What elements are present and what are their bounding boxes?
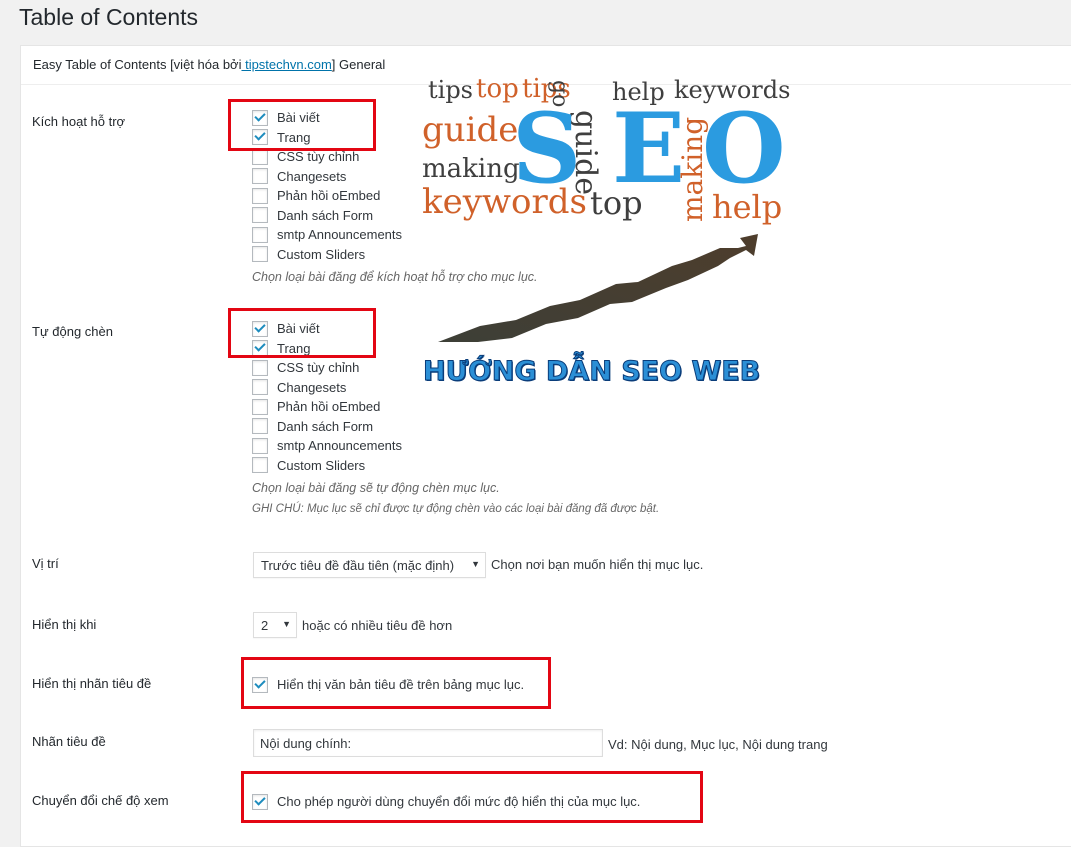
- auto-insert-description: Chọn loại bài đăng sẽ tự động chèn mục l…: [252, 481, 500, 495]
- option-label: Changesets: [277, 168, 347, 184]
- header-label-input[interactable]: Nội dung chính:: [253, 729, 603, 757]
- panel-heading-suffix: ] General: [331, 57, 386, 72]
- auto-insert-checkbox-4[interactable]: [252, 398, 268, 415]
- option-label: Changesets: [277, 379, 347, 395]
- enable-support-label: Kích hoạt hỗ trợ: [32, 114, 126, 129]
- show-when-help: hoặc có nhiều tiêu đề hơn: [302, 618, 453, 633]
- highlight-box: [241, 657, 551, 709]
- enable-support-checkbox-2[interactable]: [252, 148, 268, 165]
- option-label: Phản hồi oEmbed: [277, 399, 381, 415]
- enable-support-option[interactable]: Changesets: [252, 167, 402, 187]
- header-label-value: Nội dung chính:: [260, 735, 352, 751]
- heading-count-value: 2: [261, 617, 269, 633]
- auto-insert-note: GHI CHÚ: Mục lục sẽ chỉ được tự động chè…: [252, 503, 660, 515]
- highlight-box: [228, 99, 376, 151]
- auto-insert-option[interactable]: Changesets: [252, 378, 402, 398]
- highlight-box: [228, 308, 376, 358]
- option-label: Custom Sliders: [277, 246, 366, 262]
- option-label: Custom Sliders: [277, 457, 366, 473]
- option-label: CSS tùy chỉnh: [277, 360, 360, 376]
- enable-support-option[interactable]: Phản hồi oEmbed: [252, 186, 402, 206]
- position-help: Chọn nơi bạn muốn hiển thị mục lục.: [491, 557, 704, 572]
- auto-insert-checkbox-2[interactable]: [252, 359, 268, 376]
- position-selected-value: Trước tiêu đề đầu tiên (mặc định): [261, 557, 455, 573]
- enable-support-checkbox-6[interactable]: [252, 226, 268, 243]
- option-label: smtp Announcements: [277, 227, 403, 243]
- enable-support-checkbox-4[interactable]: [252, 187, 268, 204]
- dropdown-arrow-icon: ▼: [282, 619, 291, 629]
- auto-insert-option[interactable]: smtp Announcements: [252, 436, 402, 456]
- toggle-view-label: Chuyển đổi chế độ xem: [32, 793, 169, 808]
- highlight-box: [241, 771, 703, 823]
- show-when-label: Hiển thị khi: [32, 617, 97, 632]
- auto-insert-checkbox-6[interactable]: [252, 437, 268, 454]
- auto-insert-checkbox-5[interactable]: [252, 418, 268, 435]
- heading-count-select[interactable]: 2 ▼: [253, 612, 297, 638]
- enable-support-option[interactable]: Custom Sliders: [252, 245, 402, 265]
- header-label-label: Nhãn tiêu đề: [32, 734, 106, 749]
- page-title: Table of Contents: [19, 4, 199, 30]
- growth-arrow-icon: [438, 234, 758, 342]
- auto-insert-option[interactable]: CSS tùy chỉnh: [252, 358, 402, 378]
- position-select[interactable]: Trước tiêu đề đầu tiên (mặc định) ▼: [253, 552, 486, 578]
- enable-support-option[interactable]: smtp Announcements: [252, 225, 402, 245]
- auto-insert-checkbox-3[interactable]: [252, 379, 268, 396]
- seo-illustration: tips top tips go help keywords guide gui…: [420, 70, 800, 400]
- position-label: Vị trí: [32, 556, 59, 571]
- auto-insert-option[interactable]: Phản hồi oEmbed: [252, 397, 402, 417]
- auto-insert-option[interactable]: Custom Sliders: [252, 456, 402, 476]
- enable-support-checkbox-7[interactable]: [252, 246, 268, 263]
- show-header-label-label: Hiển thị nhãn tiêu đề: [32, 676, 152, 691]
- panel-heading-prefix: Easy Table of Contents [việt hóa bởi: [33, 57, 242, 72]
- seo-caption: HƯỚNG DẪN SEO WEB: [422, 356, 761, 388]
- enable-support-checkbox-5[interactable]: [252, 207, 268, 224]
- option-label: Phản hồi oEmbed: [277, 188, 381, 204]
- auto-insert-label: Tự động chèn: [32, 324, 113, 339]
- auto-insert-checkbox-7[interactable]: [252, 457, 268, 474]
- option-label: CSS tùy chỉnh: [277, 149, 360, 165]
- option-label: Danh sách Form: [277, 207, 374, 223]
- option-label: smtp Announcements: [277, 438, 403, 454]
- panel-heading: Easy Table of Contents [việt hóa bởi tip…: [33, 57, 385, 72]
- option-label: Danh sách Form: [277, 418, 374, 434]
- enable-support-option[interactable]: Danh sách Form: [252, 206, 402, 226]
- header-label-help: Vd: Nội dung, Mục lục, Nội dung trang: [608, 737, 828, 752]
- dropdown-arrow-icon: ▼: [471, 559, 480, 569]
- tipstechvn-link[interactable]: tipstechvn.com: [241, 57, 332, 72]
- enable-support-checkbox-3[interactable]: [252, 168, 268, 185]
- auto-insert-option[interactable]: Danh sách Form: [252, 417, 402, 437]
